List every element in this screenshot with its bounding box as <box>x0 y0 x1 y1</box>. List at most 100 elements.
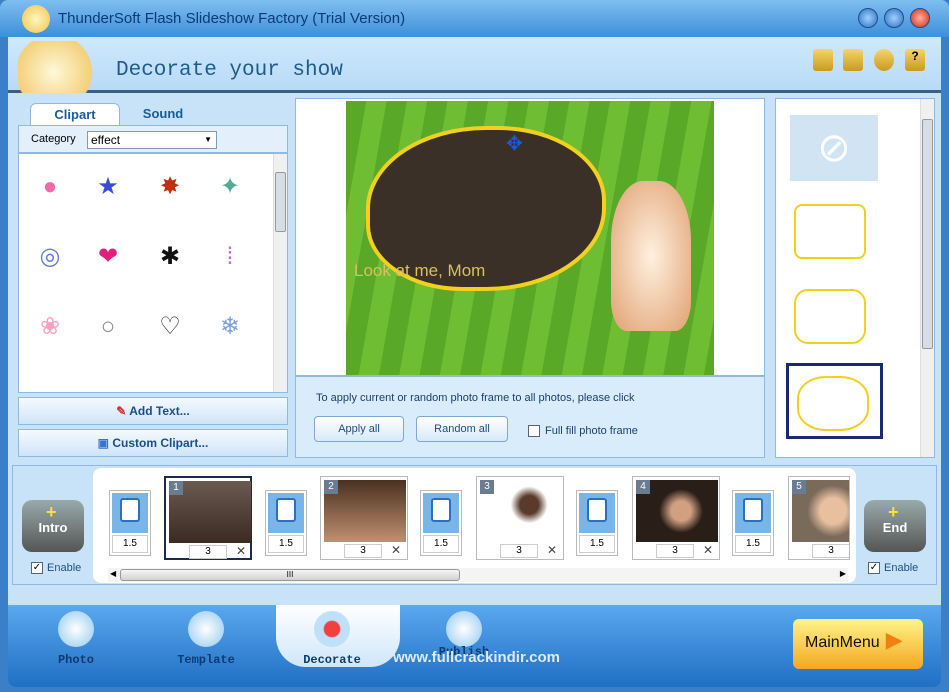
category-value: effect <box>91 133 121 147</box>
photo-icon <box>58 611 94 647</box>
category-select[interactable]: effect ▼ <box>87 131 217 149</box>
transition-duration[interactable]: 1.5 <box>112 535 148 553</box>
chevron-down-icon: ▼ <box>204 135 212 144</box>
clipart-ant[interactable]: ✱ <box>155 242 185 272</box>
clipart-outline[interactable]: ○ <box>93 312 123 342</box>
photo-duration[interactable]: 3 <box>500 544 538 558</box>
apply-all-button[interactable]: Apply all <box>314 416 404 442</box>
clipart-hearts[interactable]: ♡ <box>155 312 185 342</box>
main-menu-button[interactable]: MainMenu ▶ <box>793 619 923 669</box>
maximize-button[interactable] <box>884 8 904 28</box>
photo-number: 5 <box>792 480 806 494</box>
clipart-panel: Clipart Sound Category effect ▼ ● ★ ✸ ✦ ◎… <box>18 95 288 458</box>
clipart-rings[interactable]: ◎ <box>35 242 65 272</box>
clipart-heart[interactable]: ● <box>35 172 65 202</box>
intro-enable-checkbox[interactable]: ✓ <box>31 562 43 574</box>
scroll-thumb[interactable]: III <box>120 569 460 581</box>
scroll-thumb[interactable] <box>275 172 286 232</box>
photo-number: 3 <box>480 480 494 494</box>
transition-1[interactable]: 1.5 <box>265 490 307 556</box>
page-title: Decorate your show <box>116 59 343 82</box>
transition-duration[interactable]: 1.5 <box>735 535 771 553</box>
photo-duration[interactable]: 3 <box>189 545 227 559</box>
transition-icon <box>735 493 771 533</box>
photo-3[interactable]: 3 3 ✕ <box>476 476 564 560</box>
frame-cloud-selected[interactable] <box>786 363 883 439</box>
delete-icon[interactable]: ✕ <box>547 543 557 557</box>
end-button[interactable]: + End <box>864 500 926 552</box>
scroll-left-icon[interactable]: ◀ <box>110 569 116 578</box>
clipart-confetti[interactable]: ✦ <box>215 172 245 202</box>
help-icon[interactable]: ? <box>905 49 925 71</box>
nav-photo[interactable]: Photo <box>36 653 116 667</box>
transition-3[interactable]: 1.5 <box>576 490 618 556</box>
clipart-lips[interactable]: ❤ <box>93 242 123 272</box>
add-text-button[interactable]: ✎ Add Text... <box>18 397 288 425</box>
header: Decorate your show ? <box>8 37 941 93</box>
transition-4[interactable]: 1.5 <box>732 490 774 556</box>
photo-number: 4 <box>636 480 650 494</box>
scroll-right-icon[interactable]: ▶ <box>840 569 846 578</box>
photo-duration[interactable]: 3 <box>344 544 382 558</box>
tab-clipart[interactable]: Clipart <box>30 103 120 125</box>
tab-sound[interactable]: Sound <box>118 103 208 125</box>
main-menu-label: MainMenu <box>805 634 880 651</box>
clipart-petals[interactable]: ❀ <box>35 312 65 342</box>
photo-5[interactable]: 53 <box>788 476 850 560</box>
random-all-button[interactable]: Random all <box>416 416 508 442</box>
folder-icon[interactable] <box>813 49 833 71</box>
transition-duration[interactable]: 1.5 <box>268 535 304 553</box>
preview-stage[interactable]: Look at me, Mom ✥ <box>346 101 714 375</box>
end-enable-checkbox[interactable]: ✓ <box>868 562 880 574</box>
full-fill-checkbox[interactable] <box>528 425 540 437</box>
clipart-stars[interactable]: ★ <box>93 172 123 202</box>
frame-wavy[interactable] <box>794 289 866 344</box>
transition-icon <box>112 493 148 533</box>
template-icon <box>188 611 224 647</box>
cartoon-girl <box>611 181 691 331</box>
clipart-snowflake[interactable]: ❄ <box>215 312 245 342</box>
frame-list: ⊘ <box>775 98 935 458</box>
timeline-scrollbar[interactable]: ◀ III ▶ <box>108 568 848 582</box>
photo-1[interactable]: 1 3 ✕ <box>164 476 252 560</box>
apply-note: To apply current or random photo frame t… <box>316 392 635 404</box>
transition-duration[interactable]: 1.5 <box>579 535 615 553</box>
close-button[interactable] <box>910 8 930 28</box>
photo-2[interactable]: 2 3 ✕ <box>320 476 408 560</box>
delete-icon[interactable]: ✕ <box>703 543 713 557</box>
clipart-grid: ● ★ ✸ ✦ ◎ ❤ ✱ ⁞ ❀ ○ ♡ ❄ <box>18 153 288 393</box>
photo-4[interactable]: 4 3 ✕ <box>632 476 720 560</box>
move-icon[interactable]: ✥ <box>506 131 523 156</box>
watermark: www.fullcrackindir.com <box>393 649 560 666</box>
transition-duration[interactable]: 1.5 <box>423 535 459 553</box>
category-label: Category <box>31 133 76 145</box>
delete-icon[interactable]: ✕ <box>391 543 401 557</box>
nav-decorate[interactable]: Decorate <box>292 653 372 667</box>
no-frame-icon[interactable]: ⊘ <box>790 115 878 181</box>
window-title: ThunderSoft Flash Slideshow Factory (Tri… <box>58 10 406 27</box>
photo-duration[interactable]: 3 <box>812 544 849 558</box>
overlay-text[interactable]: Look at me, Mom <box>354 261 485 281</box>
transition-0[interactable]: 1.5 <box>109 490 151 556</box>
app-logo <box>22 5 50 33</box>
frame-rect[interactable] <box>794 204 866 259</box>
nav-template[interactable]: Template <box>166 653 246 667</box>
publish-icon <box>446 611 482 647</box>
delete-icon[interactable]: ✕ <box>236 544 246 558</box>
clipart-scrollbar[interactable] <box>273 154 287 392</box>
scroll-thumb[interactable] <box>922 119 933 349</box>
scroll-grip: III <box>286 570 294 579</box>
minimize-button[interactable] <box>858 8 878 28</box>
plus-icon: + <box>888 502 899 522</box>
frame-scrollbar[interactable] <box>920 99 934 457</box>
save-icon[interactable] <box>843 49 863 71</box>
settings-icon[interactable] <box>874 49 894 71</box>
clipart-butterfly[interactable]: ✸ <box>155 172 185 202</box>
transition-2[interactable]: 1.5 <box>420 490 462 556</box>
photo-duration[interactable]: 3 <box>656 544 694 558</box>
intro-button[interactable]: + Intro <box>22 500 84 552</box>
clipart-drops[interactable]: ⁞ <box>215 242 245 272</box>
custom-clipart-button[interactable]: ▣ Custom Clipart... <box>18 429 288 457</box>
transition-icon <box>268 493 304 533</box>
photo-number: 2 <box>324 480 338 494</box>
